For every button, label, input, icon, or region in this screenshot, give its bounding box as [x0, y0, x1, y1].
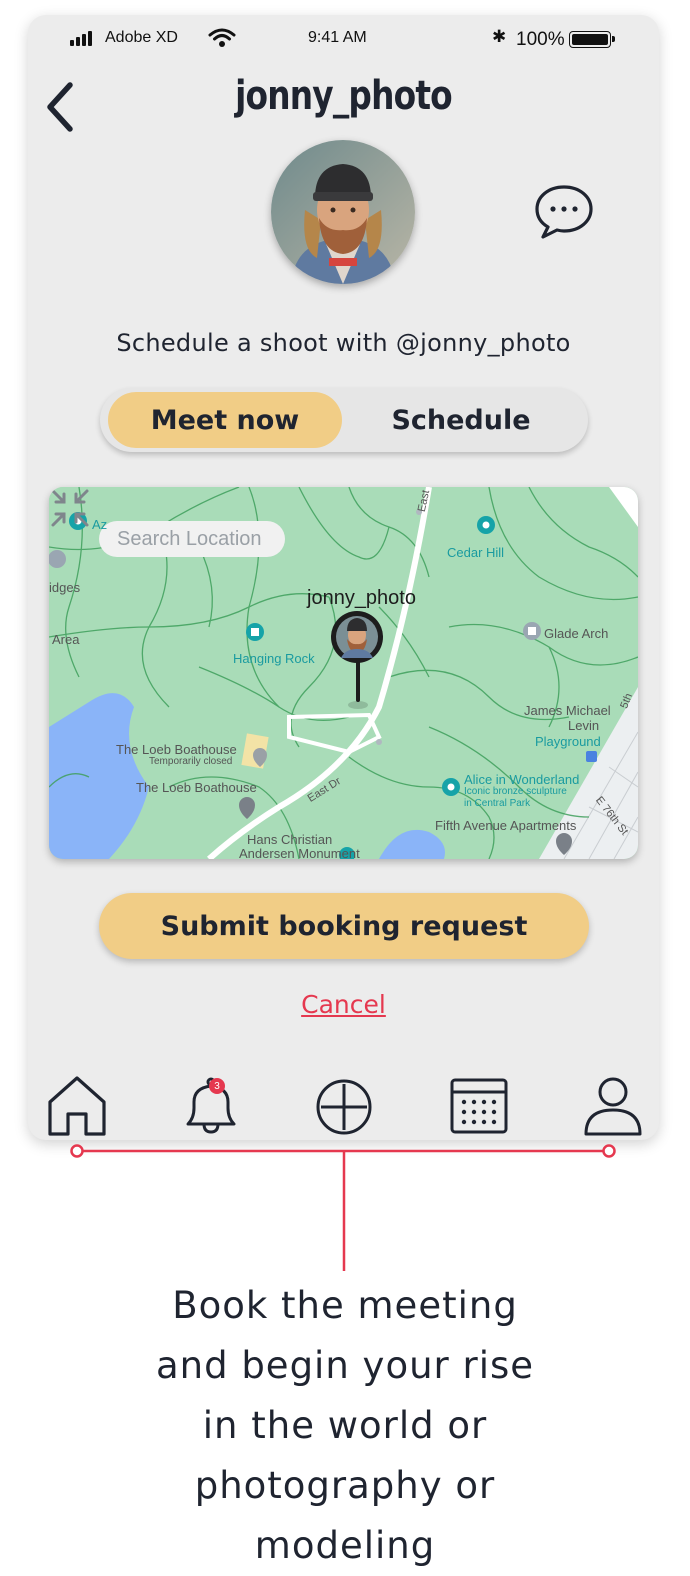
caption-line: photography or [194, 1464, 496, 1507]
annotation-caption: Book the meeting and begin your rise in … [0, 1276, 690, 1576]
caption-line: in the world or [202, 1404, 488, 1447]
caption-line: Book the meeting [172, 1284, 518, 1327]
caption-line: modeling [254, 1524, 436, 1567]
annotation-connector [70, 1144, 616, 1271]
caption-line: and begin your rise [155, 1344, 535, 1387]
